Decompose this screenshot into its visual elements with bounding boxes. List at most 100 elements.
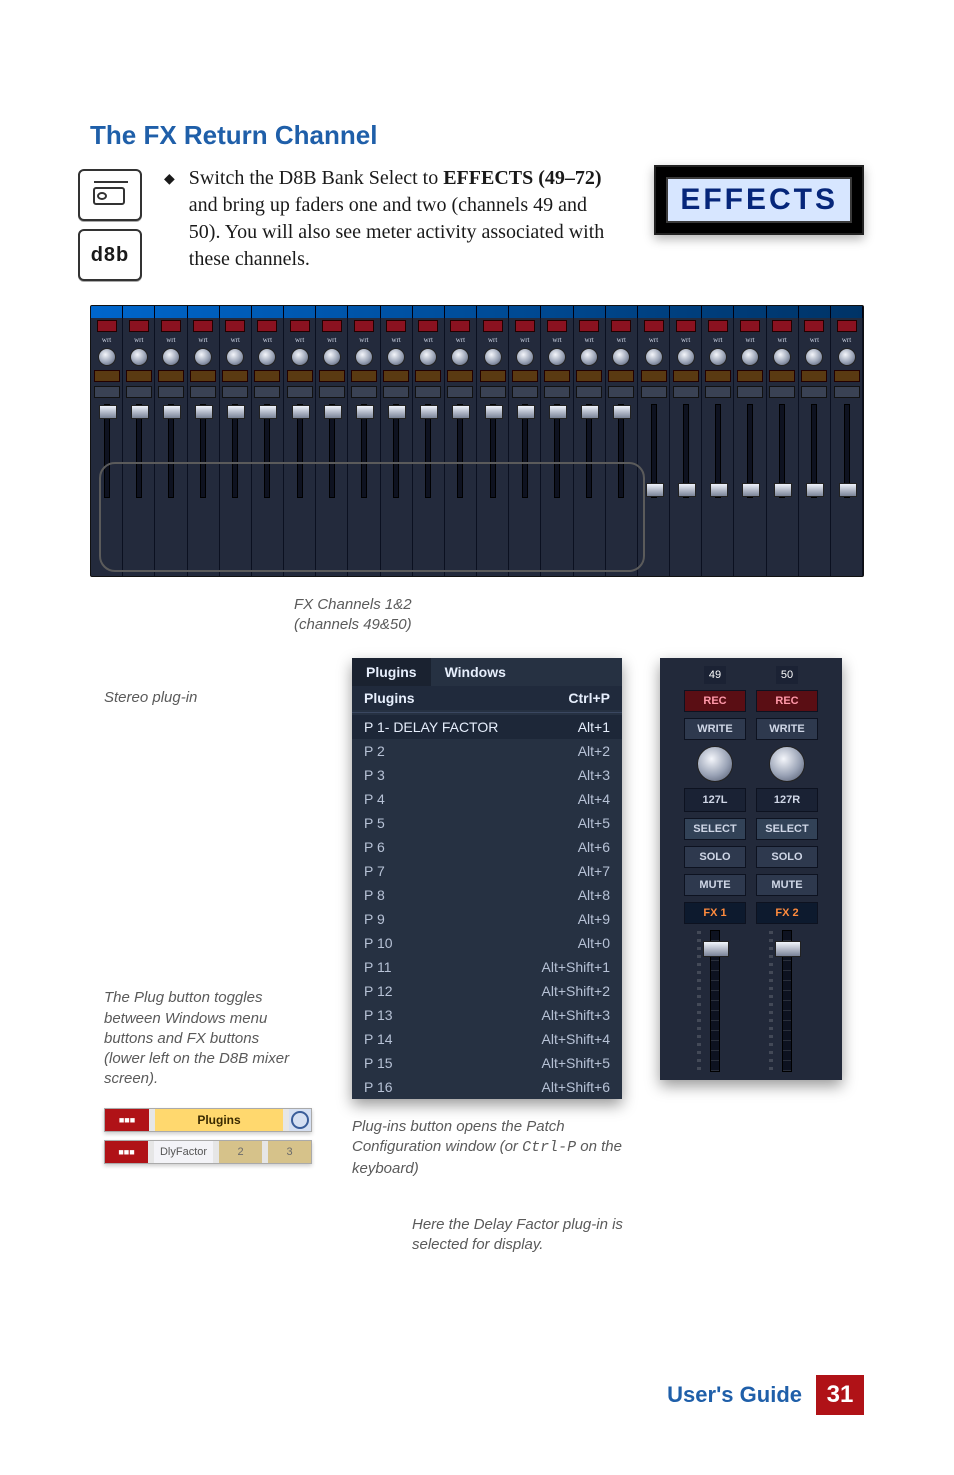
mixer-select[interactable]	[608, 370, 634, 382]
menu-item[interactable]: P 14Alt+Shift+4	[352, 1027, 622, 1051]
mixer-pan-knob[interactable]	[419, 348, 437, 366]
mixer-pan-knob[interactable]	[355, 348, 373, 366]
mixer-fader[interactable]	[767, 400, 799, 576]
mixer-fader[interactable]	[284, 400, 316, 576]
mixer-mute[interactable]	[480, 386, 506, 398]
menu-item[interactable]: P 6Alt+6	[352, 835, 622, 859]
mixer-select[interactable]	[447, 370, 473, 382]
mixer-rec-led[interactable]	[708, 320, 728, 332]
menu-item[interactable]: P 13Alt+Shift+3	[352, 1003, 622, 1027]
mixer-rec-led[interactable]	[193, 320, 213, 332]
mixer-mute[interactable]	[415, 386, 441, 398]
mixer-select[interactable]	[190, 370, 216, 382]
menu-item[interactable]: P 3Alt+3	[352, 763, 622, 787]
mixer-pan-knob[interactable]	[226, 348, 244, 366]
strip-50-solo[interactable]: SOLO	[756, 846, 818, 868]
menu-tab-windows[interactable]: Windows	[431, 658, 520, 686]
mixer-mute[interactable]	[608, 386, 634, 398]
strip-50-pan-knob[interactable]	[769, 746, 805, 782]
mixer-mute[interactable]	[190, 386, 216, 398]
mixer-mute[interactable]	[641, 386, 667, 398]
mixer-rec-led[interactable]	[772, 320, 792, 332]
mixer-rec-led[interactable]	[257, 320, 277, 332]
mixer-rec-led[interactable]	[418, 320, 438, 332]
mixer-select[interactable]	[254, 370, 280, 382]
menu-plugins-command[interactable]: Plugins Ctrl+P	[352, 686, 622, 710]
mixer-rec-led[interactable]	[579, 320, 599, 332]
mixer-rec-led[interactable]	[450, 320, 470, 332]
mixer-rec-led[interactable]	[676, 320, 696, 332]
mixer-select[interactable]	[641, 370, 667, 382]
mixer-pan-knob[interactable]	[323, 348, 341, 366]
mixer-mute[interactable]	[769, 386, 795, 398]
mixer-mute[interactable]	[126, 386, 152, 398]
mixer-select[interactable]	[94, 370, 120, 382]
mixer-mute[interactable]	[576, 386, 602, 398]
strip-49-write[interactable]: WRITE	[684, 718, 746, 740]
mixer-fader[interactable]	[509, 400, 541, 576]
mixer-pan-knob[interactable]	[484, 348, 502, 366]
mixer-rec-led[interactable]	[837, 320, 857, 332]
mixer-fader[interactable]	[638, 400, 670, 576]
mixer-pan-knob[interactable]	[162, 348, 180, 366]
mixer-pan-knob[interactable]	[194, 348, 212, 366]
strip-49-rec[interactable]: REC	[684, 690, 746, 712]
mixer-fader[interactable]	[445, 400, 477, 576]
mixer-mute[interactable]	[158, 386, 184, 398]
mixer-fader[interactable]	[574, 400, 606, 576]
mixer-pan-knob[interactable]	[258, 348, 276, 366]
mixer-rec-led[interactable]	[386, 320, 406, 332]
mixer-fader[interactable]	[123, 400, 155, 576]
mixer-rec-led[interactable]	[547, 320, 567, 332]
mixer-mute[interactable]	[383, 386, 409, 398]
mixer-select[interactable]	[737, 370, 763, 382]
mixer-mute[interactable]	[287, 386, 313, 398]
mixer-mute[interactable]	[94, 386, 120, 398]
mixer-fader[interactable]	[702, 400, 734, 576]
mixer-pan-knob[interactable]	[741, 348, 759, 366]
mixer-fader[interactable]	[606, 400, 638, 576]
mixer-fader[interactable]	[188, 400, 220, 576]
strip-50-mute[interactable]: MUTE	[756, 874, 818, 896]
mixer-fader[interactable]	[541, 400, 573, 576]
mixer-mute[interactable]	[834, 386, 860, 398]
strip-49-select[interactable]: SELECT	[684, 818, 746, 840]
mixer-pan-knob[interactable]	[805, 348, 823, 366]
strip-49-mute[interactable]: MUTE	[684, 874, 746, 896]
mixer-select[interactable]	[287, 370, 313, 382]
mixer-select[interactable]	[769, 370, 795, 382]
plugins-plug-knob[interactable]	[289, 1109, 311, 1131]
mixer-rec-led[interactable]	[804, 320, 824, 332]
strip-49-fader[interactable]	[710, 930, 720, 1072]
mixer-rec-led[interactable]	[644, 320, 664, 332]
menu-item[interactable]: P 1- DELAY FACTORAlt+1	[352, 715, 622, 739]
menu-item[interactable]: P 11Alt+Shift+1	[352, 955, 622, 979]
mixer-fader[interactable]	[220, 400, 252, 576]
mixer-pan-knob[interactable]	[677, 348, 695, 366]
mixer-rec-led[interactable]	[354, 320, 374, 332]
mixer-pan-knob[interactable]	[645, 348, 663, 366]
mixer-rec-led[interactable]	[290, 320, 310, 332]
mixer-select[interactable]	[705, 370, 731, 382]
mixer-mute[interactable]	[801, 386, 827, 398]
menu-item[interactable]: P 16Alt+Shift+6	[352, 1075, 622, 1099]
mixer-pan-knob[interactable]	[291, 348, 309, 366]
mixer-select[interactable]	[415, 370, 441, 382]
mixer-rec-led[interactable]	[740, 320, 760, 332]
strip-50-select[interactable]: SELECT	[756, 818, 818, 840]
mixer-select[interactable]	[544, 370, 570, 382]
menu-item[interactable]: P 9Alt+9	[352, 907, 622, 931]
mixer-mute[interactable]	[544, 386, 570, 398]
mixer-pan-knob[interactable]	[451, 348, 469, 366]
mixer-mute[interactable]	[254, 386, 280, 398]
mixer-select[interactable]	[673, 370, 699, 382]
menu-item[interactable]: P 5Alt+5	[352, 811, 622, 835]
mixer-fader[interactable]	[413, 400, 445, 576]
mixer-select[interactable]	[351, 370, 377, 382]
mixer-pan-knob[interactable]	[838, 348, 856, 366]
menu-item[interactable]: P 8Alt+8	[352, 883, 622, 907]
mixer-rec-led[interactable]	[225, 320, 245, 332]
strip-50-fader[interactable]	[782, 930, 792, 1072]
mixer-select[interactable]	[222, 370, 248, 382]
mixer-select[interactable]	[480, 370, 506, 382]
